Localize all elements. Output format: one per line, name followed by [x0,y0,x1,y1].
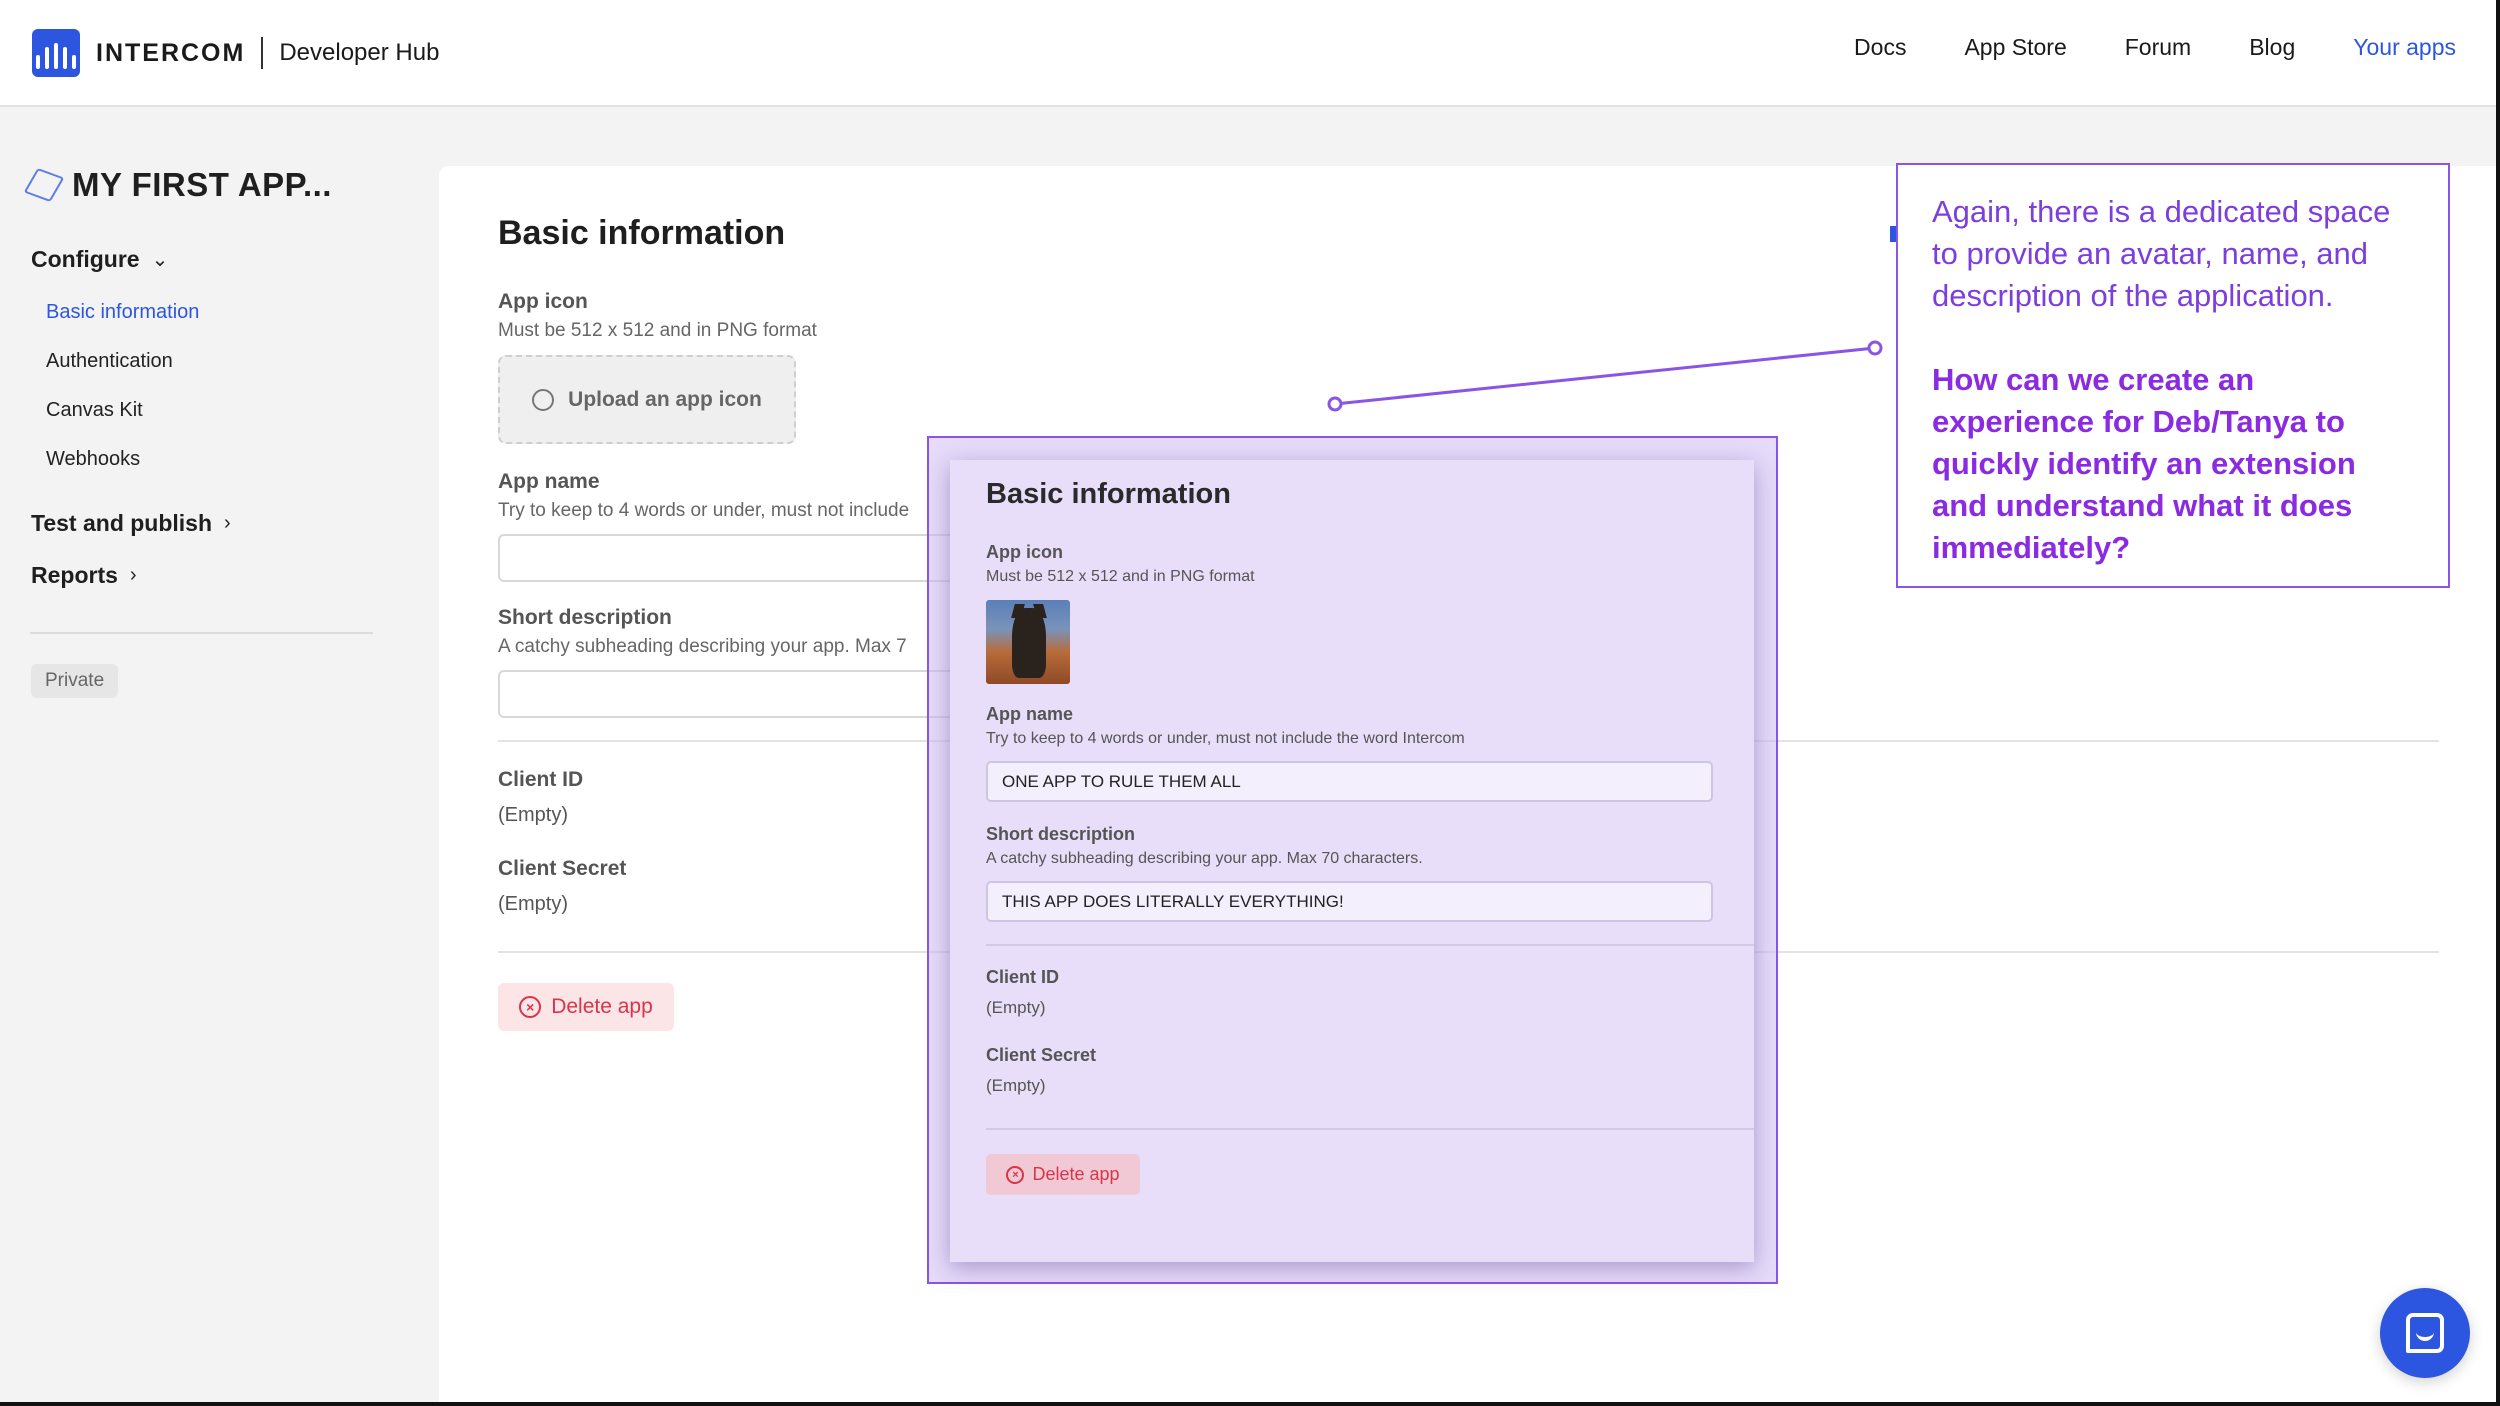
chat-icon [2406,1313,2444,1353]
chevron-down-icon: ⌄ [151,249,169,271]
upload-cloud-icon [532,388,555,411]
overlay-delete-label: Delete app [1032,1164,1120,1184]
overlay-short-description-hint: A catchy subheading describing your app.… [986,850,1423,867]
overlay-client-secret-value: (Empty) [986,1076,1046,1095]
sidebar-item-authentication[interactable]: Authentication [46,350,173,373]
chevron-right-icon: › [129,564,137,586]
close-circle-icon: × [519,996,542,1018]
app-title: MY FIRST APP... [23,166,332,204]
main-nav: Docs App Store Forum Blog Your apps [1854,34,2456,61]
sidebar-section-configure[interactable]: Configure ⌄ [31,246,168,273]
close-circle-icon: × [1006,1165,1025,1184]
section-label: Configure [31,246,140,272]
overlay-app-name-label: App name [986,704,1074,724]
overlay-app-icon-label: App icon [986,542,1063,562]
upload-label: Upload an app icon [568,387,762,411]
brand[interactable]: INTERCOM Developer Hub [32,28,439,78]
app-icon-image [986,600,1070,684]
sidebar-divider [30,632,373,634]
sidebar-section-test-publish[interactable]: Test and publish › [31,510,231,537]
delete-app-button[interactable]: × Delete app [498,983,674,1031]
short-description-hint: A catchy subheading describing your app.… [498,636,907,657]
cube-icon [23,168,65,202]
client-id-label: Client ID [498,768,584,791]
brand-divider [261,37,264,69]
delete-label: Delete app [551,995,653,1018]
overlay-title: Basic information [986,478,1231,510]
client-secret-label: Client Secret [498,857,627,880]
app-title-text: MY FIRST APP... [72,166,332,203]
app-name-hint: Try to keep to 4 words or under, must no… [498,500,910,521]
section-label: Test and publish [31,510,213,536]
overlay-client-secret-label: Client Secret [986,1045,1097,1065]
annotation-text: Again, there is a dedicated space to pro… [1932,194,2391,313]
brand-subtitle: Developer Hub [279,39,440,66]
overlay-app-name-field[interactable]: ONE APP TO RULE THEM ALL [986,761,1713,802]
window-edge [2496,0,2500,1406]
sidebar-item-basic-information[interactable]: Basic information [46,301,199,324]
overlay-client-id-label: Client ID [986,967,1060,987]
page-title: Basic information [498,214,786,252]
sidebar-item-webhooks[interactable]: Webhooks [46,448,140,471]
section-label: Reports [31,562,118,588]
overlay-short-description-field[interactable]: THIS APP DOES LITERALLY EVERYTHING! [986,881,1713,922]
sidebar-item-canvas-kit[interactable]: Canvas Kit [46,399,143,422]
nav-app-store[interactable]: App Store [1964,34,2066,61]
client-id-value: (Empty) [498,804,568,826]
app-icon-hint: Must be 512 x 512 and in PNG format [498,320,817,341]
nav-docs[interactable]: Docs [1854,34,1906,61]
nav-forum[interactable]: Forum [2125,34,2191,61]
chevron-right-icon: › [224,512,231,534]
status-badge: Private [31,664,119,698]
app-name-label: App name [498,470,600,493]
app-icon-label: App icon [498,290,588,313]
overlay-form-preview: Basic information App icon Must be 512 x… [950,460,1754,1262]
overlay-app-name-hint: Try to keep to 4 words or under, must no… [986,730,1465,747]
nav-blog[interactable]: Blog [2249,34,2295,61]
sidebar: MY FIRST APP... Configure ⌄ Basic inform… [0,108,430,1406]
window-edge [0,1402,2500,1406]
overlay-app-icon-hint: Must be 512 x 512 and in PNG format [986,568,1255,585]
annotation-question: How can we create an experience for Deb/… [1932,362,2356,565]
sidebar-section-reports[interactable]: Reports › [31,562,137,589]
top-nav: INTERCOM Developer Hub Docs App Store Fo… [0,0,2500,107]
overlay-client-id-value: (Empty) [986,998,1046,1017]
client-secret-value: (Empty) [498,893,568,915]
upload-app-icon-button[interactable]: Upload an app icon [498,355,796,444]
brand-name: INTERCOM [96,38,246,67]
nav-your-apps[interactable]: Your apps [2353,34,2456,61]
annotation-note: Again, there is a dedicated space to pro… [1896,163,2450,588]
short-description-label: Short description [498,606,672,629]
overlay-divider [986,1128,1754,1130]
chat-launcher-button[interactable] [2380,1288,2470,1378]
overlay-divider [986,944,1754,946]
intercom-logo-icon [32,29,80,77]
overlay-delete-app-button[interactable]: × Delete app [986,1154,1140,1195]
overlay-short-description-label: Short description [986,824,1136,844]
